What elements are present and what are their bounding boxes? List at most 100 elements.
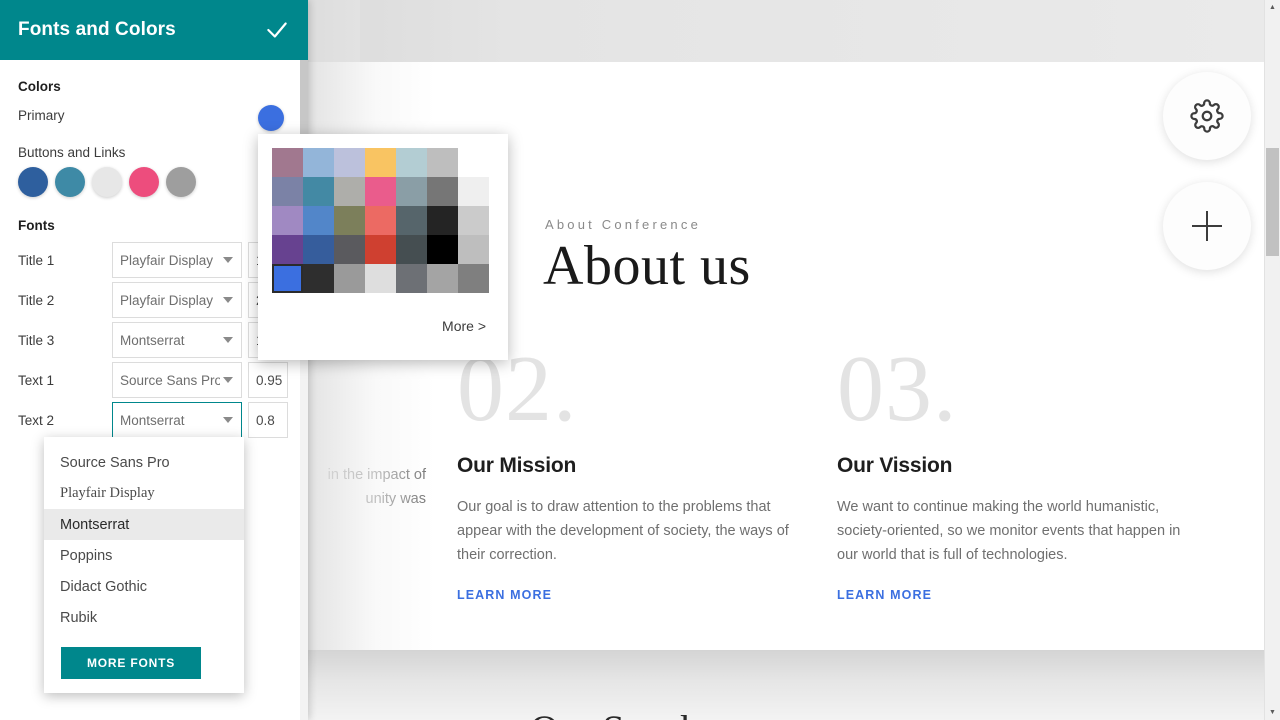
button-link-color-swatches [18, 167, 196, 197]
font-select-text-2[interactable]: Montserrat [112, 402, 242, 438]
about-column-2[interactable]: 02. Our Mission Our goal is to draw atte… [457, 342, 817, 604]
chevron-down-icon [223, 257, 233, 263]
font-dropdown-item[interactable]: Didact Gothic [44, 571, 244, 602]
palette-cell[interactable] [365, 264, 396, 293]
palette-cell[interactable] [396, 148, 427, 177]
font-row-label: Text 2 [18, 413, 55, 428]
palette-cell[interactable] [458, 148, 489, 177]
column-number: 03. [837, 337, 958, 441]
palette-cell[interactable] [458, 177, 489, 206]
primary-color-swatch-button[interactable] [258, 105, 284, 131]
palette-cell[interactable] [272, 148, 303, 177]
gear-icon [1190, 99, 1224, 133]
more-fonts-button[interactable]: MORE FONTS [61, 647, 201, 679]
column-body: Our goal is to draw attention to the pro… [457, 499, 789, 563]
palette-cell[interactable] [303, 148, 334, 177]
font-select-value: Source Sans Pro [120, 372, 220, 388]
column-heading: Our Mission [457, 454, 577, 477]
palette-cell[interactable] [396, 235, 427, 264]
font-dropdown-menu[interactable]: Source Sans Pro Playfair Display Montserra… [44, 437, 244, 693]
palette-cell[interactable] [365, 177, 396, 206]
font-select-value: Playfair Display [120, 252, 214, 268]
color-swatch-4[interactable] [129, 167, 159, 197]
check-icon [264, 22, 290, 47]
panel-header: Fonts and Colors [0, 0, 308, 60]
font-size-input-text-1[interactable]: 0.95 [248, 362, 288, 398]
font-row-label: Title 1 [18, 253, 55, 268]
color-swatch-3[interactable] [92, 167, 122, 197]
palette-cell[interactable] [458, 264, 489, 293]
font-select-value: Montserrat [120, 412, 185, 428]
add-fab-button[interactable] [1163, 182, 1251, 270]
column-body: We want to continue making the world hum… [837, 499, 1181, 563]
palette-cell[interactable] [272, 177, 303, 206]
speakers-section[interactable]: Our Speakers [305, 650, 1280, 720]
palette-cell[interactable] [334, 264, 365, 293]
font-row-text-1: Text 1 Source Sans Pro 0.95 [0, 362, 308, 398]
font-dropdown-item[interactable]: Rubik [44, 602, 244, 633]
palette-cell[interactable] [272, 264, 303, 293]
about-column-3[interactable]: 03. Our Vission We want to continue maki… [837, 342, 1197, 604]
palette-cell[interactable] [458, 235, 489, 264]
scroll-down-arrow-icon[interactable]: ▼ [1265, 705, 1280, 720]
palette-cell[interactable] [334, 177, 365, 206]
color-swatch-5[interactable] [166, 167, 196, 197]
confirm-check-button[interactable] [264, 17, 290, 43]
chevron-down-icon [223, 337, 233, 343]
palette-cell[interactable] [303, 206, 334, 235]
font-select-title-2[interactable]: Playfair Display [112, 282, 242, 318]
column-number: 02. [457, 337, 578, 441]
scrollbar-thumb[interactable] [1266, 148, 1279, 256]
palette-cell[interactable] [427, 235, 458, 264]
palette-cell[interactable] [303, 264, 334, 293]
font-dropdown-item[interactable]: Poppins [44, 540, 244, 571]
palette-cell[interactable] [272, 235, 303, 264]
palette-cell[interactable] [427, 148, 458, 177]
palette-cell[interactable] [334, 206, 365, 235]
palette-cell[interactable] [427, 264, 458, 293]
font-row-label: Title 2 [18, 293, 55, 308]
palette-cell[interactable] [365, 148, 396, 177]
color-swatch-1[interactable] [18, 167, 48, 197]
chevron-down-icon [223, 417, 233, 423]
chevron-down-icon [223, 297, 233, 303]
palette-cell[interactable] [334, 235, 365, 264]
panel-title: Fonts and Colors [18, 19, 176, 40]
chevron-down-icon [223, 377, 233, 383]
page-scrollbar[interactable]: ▲ ▼ [1264, 0, 1280, 720]
column-heading: Our Vission [837, 454, 953, 477]
font-select-title-3[interactable]: Montserrat [112, 322, 242, 358]
palette-cell[interactable] [303, 235, 334, 264]
scroll-up-arrow-icon[interactable]: ▲ [1265, 0, 1280, 15]
palette-cell[interactable] [427, 206, 458, 235]
palette-cell[interactable] [427, 177, 458, 206]
palette-cell[interactable] [396, 177, 427, 206]
palette-cell[interactable] [272, 206, 303, 235]
palette-cell[interactable] [396, 206, 427, 235]
font-dropdown-item[interactable]: Playfair Display [44, 478, 244, 509]
learn-more-link[interactable]: LEARN MORE [837, 588, 932, 602]
palette-cell[interactable] [334, 148, 365, 177]
font-size-input-text-2[interactable]: 0.8 [248, 402, 288, 438]
buttons-links-label: Buttons and Links [18, 145, 126, 160]
learn-more-link[interactable]: LEARN MORE [457, 588, 552, 602]
palette-cell[interactable] [303, 177, 334, 206]
font-dropdown-item[interactable]: Source Sans Pro [44, 447, 244, 478]
palette-cell[interactable] [365, 206, 396, 235]
more-colors-link[interactable]: More > [442, 318, 486, 334]
palette-cell[interactable] [365, 235, 396, 264]
color-picker-popup[interactable]: More > [258, 134, 508, 360]
font-select-title-1[interactable]: Playfair Display [112, 242, 242, 278]
fonts-section-heading: Fonts [18, 218, 55, 233]
about-eyebrow: About Conference [545, 217, 701, 232]
colors-section-heading: Colors [18, 79, 61, 94]
font-dropdown-item[interactable]: Montserrat [44, 509, 244, 540]
font-select-text-1[interactable]: Source Sans Pro [112, 362, 242, 398]
palette-cell[interactable] [396, 264, 427, 293]
font-row-text-2: Text 2 Montserrat 0.8 [0, 402, 308, 438]
palette-cell[interactable] [458, 206, 489, 235]
settings-fab-button[interactable] [1163, 72, 1251, 160]
color-swatch-2[interactable] [55, 167, 85, 197]
color-palette-grid [272, 148, 489, 293]
font-dropdown-list: Source Sans Pro Playfair Display Montserra… [44, 447, 244, 633]
